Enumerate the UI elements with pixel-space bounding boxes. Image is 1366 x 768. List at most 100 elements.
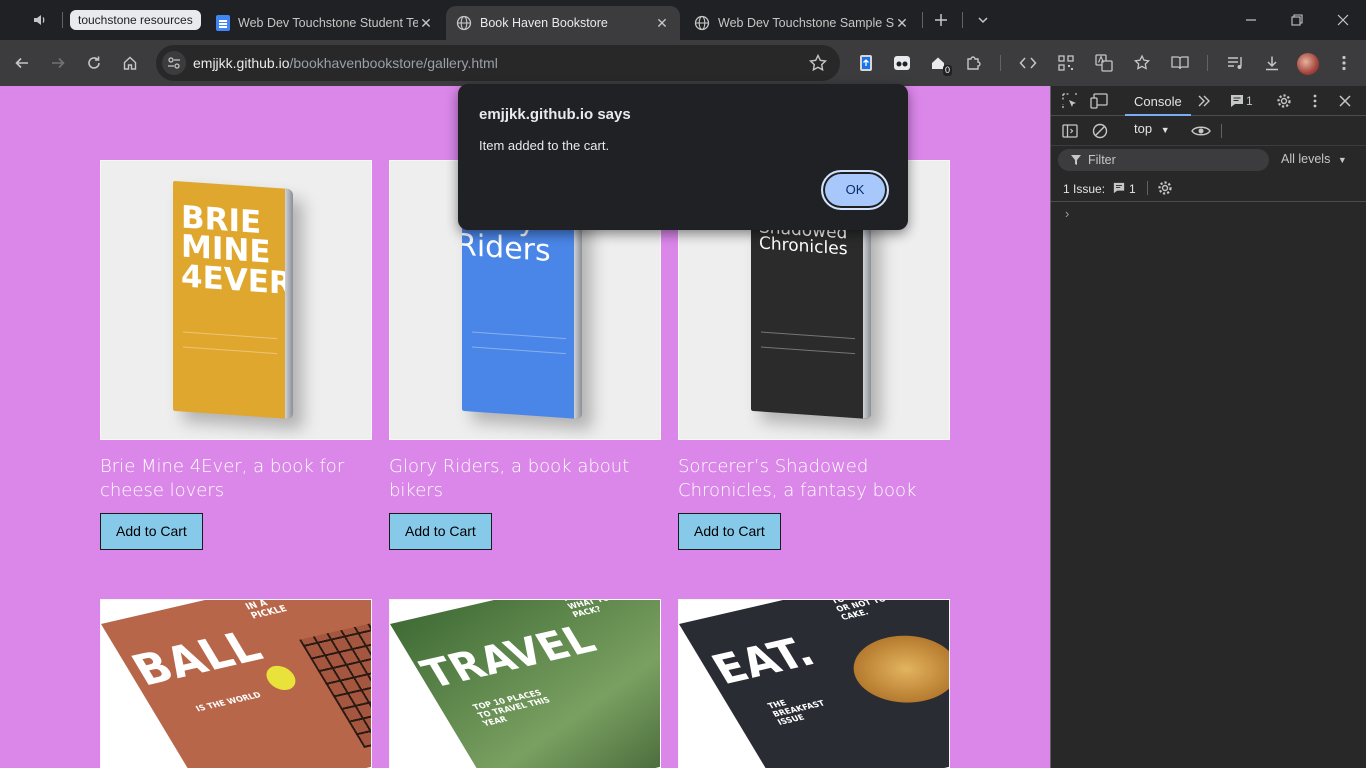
dropdown-arrow-icon: ▼ (1160, 125, 1170, 135)
media-controls-button[interactable] (1224, 51, 1248, 75)
bookmark-star-icon[interactable] (808, 53, 828, 73)
message-icon[interactable] (1227, 91, 1247, 111)
tab-book-haven[interactable]: Book Haven Bookstore ✕ (446, 6, 680, 40)
close-tab-icon[interactable]: ✕ (894, 15, 910, 31)
tab-group-chip[interactable]: touchstone resources (70, 10, 201, 30)
tab-search-button[interactable] (972, 10, 994, 30)
address-bar[interactable]: emjjkk.github.io/bookhavenbookstore/gall… (156, 45, 840, 81)
filter-icon (1071, 155, 1081, 165)
more-tabs-icon[interactable] (1194, 91, 1214, 111)
translate-button[interactable] (1092, 51, 1116, 75)
close-window-button[interactable] (1332, 10, 1354, 30)
playlist-icon (1228, 57, 1242, 69)
add-to-cart-button[interactable]: Add to Cart (389, 513, 492, 550)
extension-home-button[interactable]: 0 (926, 51, 952, 76)
glasses-extension-icon (894, 56, 910, 70)
new-tab-button[interactable] (930, 10, 952, 30)
extensions-button[interactable] (962, 51, 986, 75)
extension-upload-button[interactable] (854, 51, 878, 75)
log-levels-dropdown[interactable]: All levels ▼ (1281, 152, 1347, 166)
magazine-lower-text: THE BREAKFAST ISSUE (766, 698, 827, 727)
minimize-icon (1246, 19, 1256, 21)
arrow-right-icon (52, 57, 65, 69)
downloads-button[interactable] (1260, 51, 1284, 75)
tab-console[interactable]: Console (1125, 86, 1191, 116)
profile-avatar[interactable] (1297, 53, 1319, 75)
sidebar-toggle-icon[interactable] (1060, 121, 1080, 141)
tab-title: Web Dev Touchstone Sample Si (718, 16, 894, 30)
speaker-icon[interactable] (26, 10, 54, 30)
issues-count: 1 (1129, 182, 1136, 196)
minimize-button[interactable] (1240, 10, 1262, 30)
devtools-panel: Console 1 top ▼ Filter All levels ▼ 1 Is… (1050, 86, 1366, 768)
tab-separator (962, 12, 963, 28)
context-selector[interactable]: top ▼ (1134, 121, 1170, 136)
tab-student-template[interactable]: Web Dev Touchstone Student Te ✕ (206, 6, 444, 40)
qr-code-button[interactable] (1054, 51, 1078, 75)
cover-blurb (472, 331, 566, 355)
add-to-cart-button[interactable]: Add to Cart (100, 513, 203, 550)
magazine-cover: EAT. TO CAKE OR NOT TO CAKE. THE BREAKFA… (679, 599, 949, 768)
devtools-tab-bar: Console 1 (1051, 86, 1366, 116)
kebab-menu-icon (1342, 55, 1346, 71)
chevron-down-icon (978, 17, 988, 24)
qr-code-icon (1058, 55, 1074, 71)
console-settings-gear-icon[interactable] (1157, 180, 1173, 196)
dropdown-arrow-icon: ▼ (1337, 155, 1347, 165)
context-value: top (1134, 121, 1153, 136)
magazine-cover-image: TRAVEL NOT SURE WHAT TO PACK? TOP 10 PLA… (389, 599, 661, 768)
book-caption: Brie Mine 4Ever, a book for cheese lover… (100, 456, 345, 501)
extension-reader-button[interactable] (890, 51, 914, 75)
ok-button[interactable]: OK (821, 170, 889, 210)
close-devtools-icon[interactable] (1335, 91, 1355, 111)
cover-blurb (183, 331, 277, 355)
magazine-side-text: TO CAKE OR NOT TO CAKE. (829, 599, 888, 622)
extension-badge: 0 (942, 65, 952, 76)
device-toolbar-icon[interactable] (1089, 91, 1109, 111)
issues-text: 1 Issue: (1063, 182, 1106, 196)
console-filter-input[interactable]: Filter (1058, 149, 1269, 171)
reading-mode-button[interactable] (1168, 51, 1192, 75)
magazine-lower-text: TOP 10 PLACES TO TRAVEL THIS YEAR (471, 688, 552, 729)
devtools-toggle-button[interactable] (1016, 51, 1040, 75)
book-caption: Glory Riders, a book about bikers (389, 456, 630, 501)
browser-menu-button[interactable] (1332, 51, 1356, 75)
issue-badge-count: 1 (1246, 94, 1253, 108)
inspect-element-icon[interactable] (1060, 91, 1080, 111)
devtools-menu-icon[interactable] (1305, 91, 1325, 111)
clear-console-icon[interactable] (1090, 121, 1110, 141)
back-button[interactable] (10, 51, 34, 75)
site-info-icon[interactable] (162, 51, 186, 75)
tab-sample-site[interactable]: Web Dev Touchstone Sample Si ✕ (684, 6, 920, 40)
magazine-card-eat: EAT. TO CAKE OR NOT TO CAKE. THE BREAKFA… (678, 599, 950, 768)
code-icon (1019, 57, 1037, 69)
magazine-side-text: NOT SURE WHAT TO PACK? (561, 599, 611, 620)
settings-gear-icon[interactable] (1274, 91, 1294, 111)
console-prompt-chevron-icon[interactable]: › (1065, 206, 1069, 221)
live-expression-eye-icon[interactable] (1191, 121, 1211, 141)
issues-summary[interactable]: 1 Issue: 1 (1051, 174, 1366, 202)
globe-icon (694, 15, 710, 31)
home-button[interactable] (118, 51, 142, 75)
favorites-button[interactable] (1130, 51, 1154, 75)
magazine-card-travel: TRAVEL NOT SURE WHAT TO PACK? TOP 10 PLA… (389, 599, 661, 768)
close-tab-icon[interactable]: ✕ (418, 15, 434, 31)
download-icon (1266, 56, 1278, 71)
close-tab-icon[interactable]: ✕ (654, 15, 670, 31)
reload-button[interactable] (82, 51, 106, 75)
restore-button[interactable] (1286, 10, 1308, 30)
alert-dialog: emjjkk.github.io says Item added to the … (458, 84, 908, 230)
console-toolbar: top ▼ (1051, 116, 1366, 146)
tab-title: Book Haven Bookstore (480, 16, 608, 30)
close-icon (1337, 14, 1349, 26)
dialog-title: emjjkk.github.io says (479, 106, 631, 123)
forward-button[interactable] (46, 51, 70, 75)
url-host: emjjkk.github.io (193, 55, 290, 71)
url-text[interactable]: emjjkk.github.io/bookhavenbookstore/gall… (193, 45, 498, 81)
magazine-lower-text: IS THE WORLD (194, 690, 263, 714)
home-icon (123, 56, 137, 70)
toolbar-separator (1221, 124, 1222, 138)
add-to-cart-button[interactable]: Add to Cart (678, 513, 781, 550)
magazine-side-text: IN A PICKLE (243, 599, 290, 622)
url-path: /bookhavenbookstore/gallery.html (289, 55, 498, 71)
